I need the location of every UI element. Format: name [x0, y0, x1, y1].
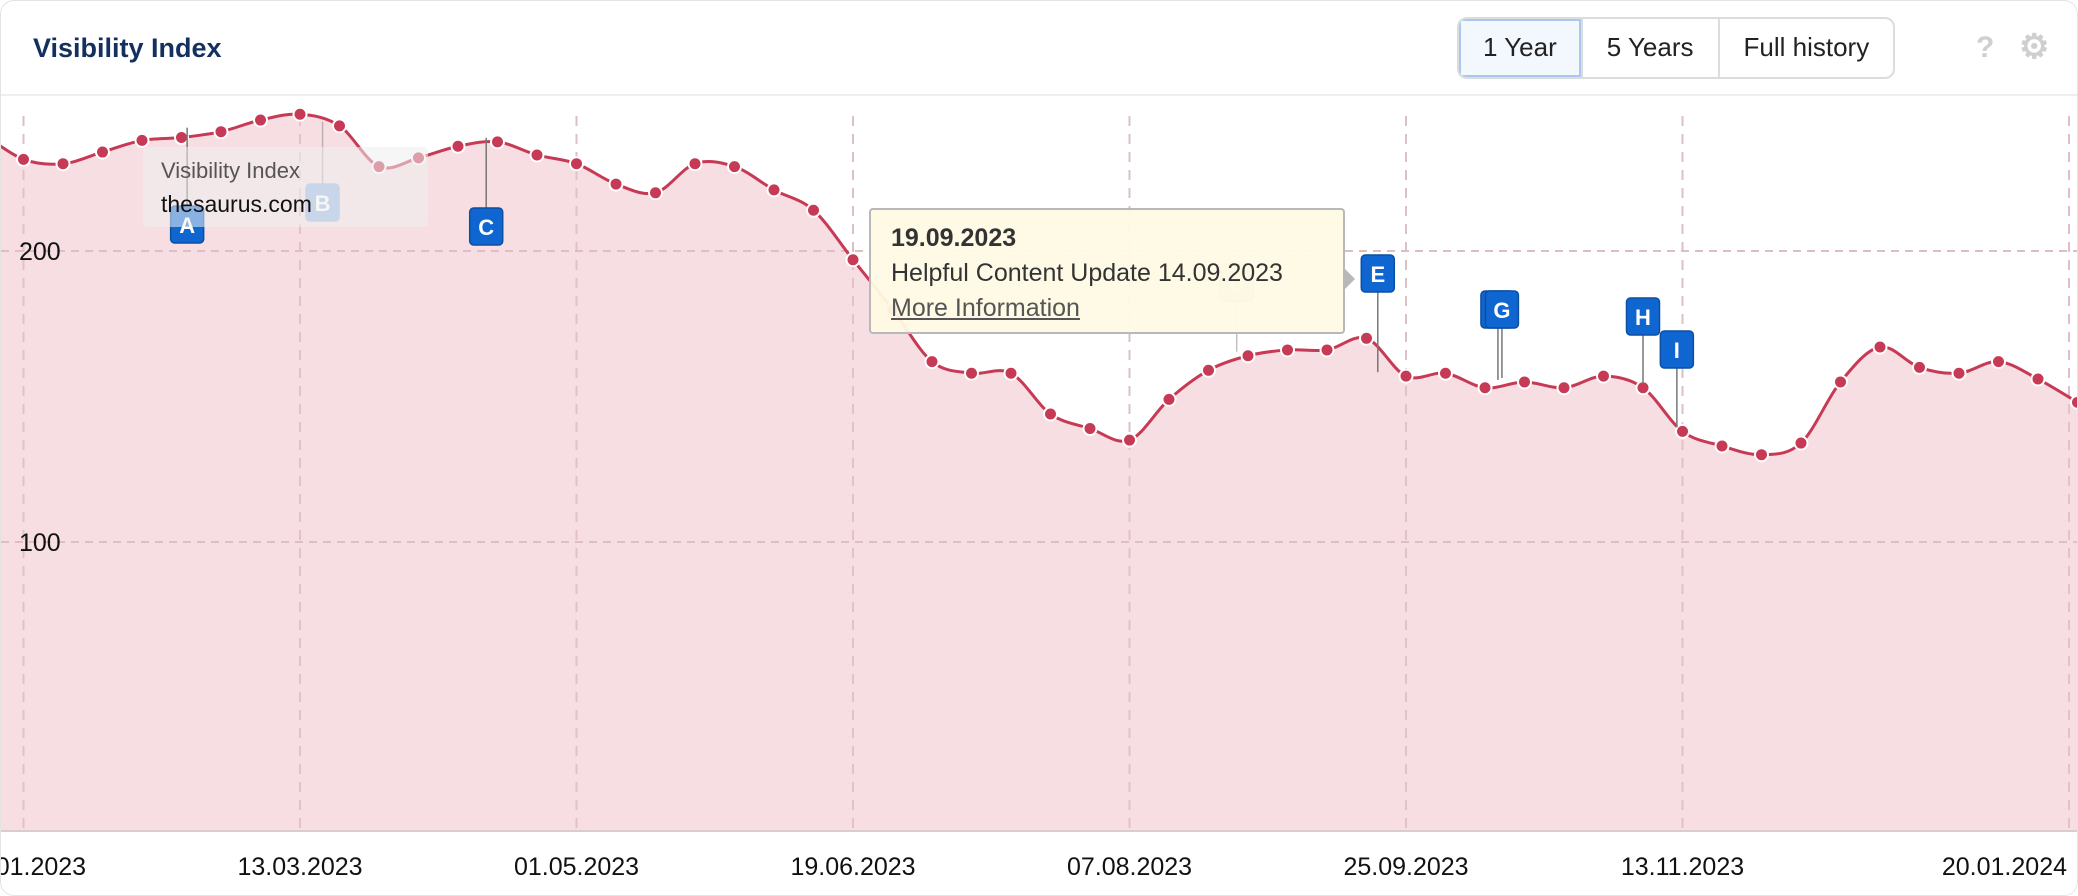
event-flag-label: C: [478, 215, 494, 240]
data-point: [1319, 342, 1335, 358]
event-flag-label: H: [1635, 305, 1651, 330]
y-tick-label: 100: [19, 529, 61, 557]
data-point: [806, 202, 821, 218]
data-point: [845, 252, 861, 268]
data-point: [16, 151, 31, 167]
data-point: [174, 130, 189, 146]
data-point: [1082, 421, 1098, 437]
data-point: [1912, 359, 1927, 375]
x-tick-label: 07.08.2023: [1067, 853, 1192, 881]
data-point: [1161, 391, 1177, 407]
data-point: [1122, 432, 1137, 448]
chart-svg: 100 200 23.01.2023 13.03.2023 01.05.2023 19.0…: [1, 106, 2077, 881]
x-tick-label: 01.05.2023: [514, 853, 639, 881]
data-point: [1596, 368, 1611, 384]
data-point: [648, 185, 663, 201]
x-tick-label: 13.03.2023: [237, 853, 362, 881]
data-point: [1398, 368, 1414, 384]
tooltip-text: Helpful Content Update 14.09.2023: [891, 259, 1283, 287]
data-point: [134, 132, 150, 148]
x-tick-label: 23.01.2023: [1, 853, 86, 881]
data-point: [1438, 365, 1453, 381]
data-point: [1754, 447, 1769, 463]
event-flag-label: E: [1370, 262, 1385, 287]
legend-title: Visibility Index: [161, 158, 300, 183]
data-point: [450, 138, 466, 154]
data-point: [1951, 365, 1967, 381]
data-point: [608, 176, 624, 192]
data-point: [55, 156, 71, 172]
data-point: [766, 182, 782, 198]
data-point: [1280, 342, 1295, 358]
data-point: [687, 156, 703, 172]
data-point: [1675, 423, 1690, 439]
visibility-index-widget: Visibility Index 1 Year 5 Years Full his…: [0, 0, 2078, 896]
tooltip-date: 19.09.2023: [891, 224, 1017, 252]
legend-series[interactable]: thesaurus.com: [161, 191, 312, 218]
x-tick-label: 25.09.2023: [1343, 853, 1468, 881]
data-point: [1003, 365, 1019, 381]
x-tick-label: 20.01.2024: [1942, 853, 2067, 881]
data-point: [1833, 374, 1848, 390]
data-point: [924, 354, 940, 370]
data-point: [569, 156, 584, 172]
data-point: [1556, 380, 1572, 396]
x-tick-label: 19.06.2023: [790, 853, 915, 881]
data-point: [1201, 362, 1216, 378]
data-point: [529, 147, 545, 163]
data-point: [490, 134, 505, 150]
event-tooltip: 19.09.2023 Helpful Content Update 14.09.…: [869, 208, 1355, 334]
data-point: [1359, 330, 1374, 346]
data-point: [213, 124, 229, 140]
y-tick-label: 200: [19, 238, 61, 266]
event-flag-label: G: [1493, 298, 1510, 323]
series-legend: Visibility Index thesaurus.com: [143, 147, 428, 227]
data-point: [2070, 394, 2077, 410]
data-point: [1991, 354, 2006, 370]
data-point: [95, 144, 110, 160]
data-point: [1714, 438, 1730, 454]
data-point: [253, 112, 268, 128]
data-point: [1793, 435, 1809, 451]
x-tick-label: 13.11.2023: [1621, 853, 1744, 881]
data-point: [1043, 406, 1058, 422]
data-point: [1240, 348, 1256, 364]
data-point: [292, 106, 308, 122]
data-point: [1477, 380, 1493, 396]
data-point: [332, 118, 347, 134]
data-point: [2030, 371, 2046, 387]
data-point: [1517, 374, 1532, 390]
more-information-link[interactable]: More Information: [891, 294, 1080, 323]
data-point: [727, 159, 742, 175]
data-point: [964, 365, 979, 381]
data-point: [1872, 339, 1888, 355]
event-flag-label: I: [1674, 338, 1680, 363]
